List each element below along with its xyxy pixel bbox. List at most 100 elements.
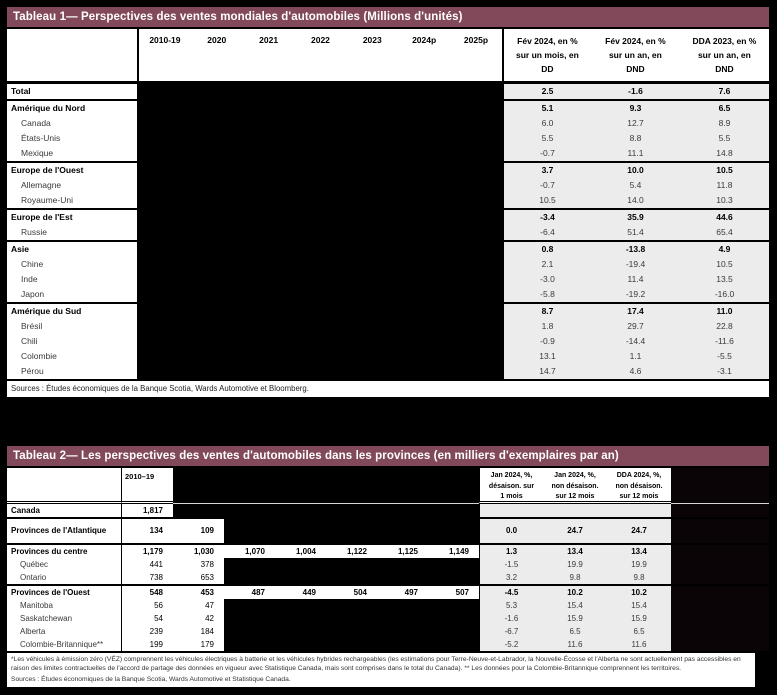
table2-year-header-redacted [326, 468, 377, 504]
table1-stat-value: -19.4 [591, 257, 680, 272]
table1-redacted-cells [139, 210, 502, 225]
table2-year-value-redacted [326, 599, 377, 612]
table1-stat-value: -0.7 [502, 178, 591, 193]
table1-stat-value: 0.8 [502, 242, 591, 257]
table2-right-redacted-strip [671, 468, 769, 504]
table2-stat-header-line: 1 mois [480, 492, 543, 503]
table2-year-value-redacted [377, 625, 428, 638]
table2-stat-value: 6.5 [543, 625, 607, 638]
table2-stat-value: 15.9 [543, 612, 607, 625]
table1-year-header: 2024p [398, 29, 450, 81]
table1-corner-cell [7, 29, 139, 81]
table1-stat-value: 2.1 [502, 257, 591, 272]
table2-year-value: 507 [428, 586, 479, 599]
table2-year-header-redacted [428, 468, 479, 504]
table2-year-value-redacted [275, 571, 326, 584]
table1-redacted-cells [139, 349, 502, 364]
table2-row: Canada1,817 [7, 504, 769, 519]
table2-stat-header: Jan 2024, %,désaison. sur1 mois [479, 468, 543, 504]
table1-stat-value: 2.5 [502, 84, 591, 99]
table2-stat-header-line: non désaison. [607, 482, 671, 493]
table2-year-value-redacted [326, 612, 377, 625]
table1-stat-header-line: sur un an, en [680, 48, 769, 62]
table2-year-value-redacted [377, 519, 428, 543]
table2-stat-value: 13.4 [607, 545, 671, 558]
table1-stat-value: -13.8 [591, 242, 680, 257]
table2-stat-header: Jan 2024, %,non désaison.sur 12 mois [543, 468, 607, 504]
table2-title-bar: Tableau 2— Les perspectives des ventes d… [7, 446, 769, 466]
table1-row: États-Unis5.58.85.5 [7, 131, 769, 146]
table2-source: Sources : Études économiques de la Banqu… [11, 673, 751, 685]
table1-year-header: 2020 [191, 29, 243, 81]
table2-right-redacted-strip [671, 638, 769, 651]
table2-year-value: 54 [122, 612, 173, 625]
table1-stat-value: -19.2 [591, 287, 680, 302]
table1-row-label: Pérou [7, 364, 139, 379]
table1-row: Chine2.1-19.410.5 [7, 257, 769, 272]
table1-stat-header: Fév 2024, en %sur un an, enDND [591, 29, 680, 81]
table1-stat-value: 11.1 [591, 146, 680, 161]
table2-year-value: 453 [173, 586, 224, 599]
table1-year-header: 2025p [450, 29, 502, 81]
table1-row: Brésil1.829.722.8 [7, 319, 769, 334]
table1-row: Amérique du Nord5.19.36.5 [7, 101, 769, 116]
table2-year-value: 548 [122, 586, 173, 599]
table2-year-value-redacted [224, 571, 275, 584]
table1-stat-value: 35.9 [591, 210, 680, 225]
table1-stat-header-line: Fév 2024, en % [591, 34, 680, 48]
table2-row-label: Provinces du centre [7, 545, 122, 558]
table2-stat-header-line: sur 12 mois [607, 492, 671, 503]
table2-header-row: 2010–19Jan 2024, %,désaison. sur1 moisJa… [7, 468, 769, 504]
table1-redacted-cells [139, 364, 502, 379]
table2-row: Provinces du centre1,1791,0301,0701,0041… [7, 545, 769, 558]
table1-row-label: Royaume-Uni [7, 193, 139, 208]
table1-redacted-cells [139, 131, 502, 146]
table2-row-label: Saskatchewan [7, 612, 122, 625]
table1-redacted-cells [139, 304, 502, 319]
table1-redacted-cells [139, 116, 502, 131]
table1-row-label: Total [7, 84, 139, 99]
table2-stat-value: 0.0 [479, 519, 543, 543]
table2-row-label: Manitoba [7, 599, 122, 612]
table1-stat-value: 5.1 [502, 101, 591, 116]
table2-year-value-redacted [275, 519, 326, 543]
table2-year-value-redacted [224, 638, 275, 651]
table2-row-label: Provinces de l'Atlantique [7, 519, 122, 543]
table1-stat-value: -5.5 [680, 349, 769, 364]
table1-redacted-cells [139, 272, 502, 287]
table1-row: Europe de l'Est-3.435.944.6 [7, 210, 769, 225]
table1-row: Mexique-0.711.114.8 [7, 146, 769, 163]
table1-stat-value: 10.3 [680, 193, 769, 208]
table2-year-value: 134 [122, 519, 173, 543]
table2-year-value-redacted [428, 519, 479, 543]
table2-title: Tableau 2— Les perspectives des ventes d… [13, 450, 619, 462]
table2-year-value-redacted [428, 558, 479, 571]
table2-stat-value: 19.9 [543, 558, 607, 571]
table2-year-header-redacted [377, 468, 428, 504]
table1-stat-value: 11.4 [591, 272, 680, 287]
table1-row: Inde-3.011.413.5 [7, 272, 769, 287]
table2-year-value-redacted [173, 504, 224, 517]
table2-year-value: 1,817 [122, 504, 173, 517]
table2-row: Alberta239184-6.76.56.5 [7, 625, 769, 638]
table2-year-value: 497 [377, 586, 428, 599]
table2-right-redacted-strip [671, 519, 769, 543]
table2-stat-value: -4.5 [479, 586, 543, 599]
table2-year-value-redacted [377, 571, 428, 584]
table2-row-label: Alberta [7, 625, 122, 638]
table1-stat-value: 10.5 [680, 257, 769, 272]
table1-stat-value: -0.7 [502, 146, 591, 161]
table2-year-value-redacted [377, 638, 428, 651]
table1-row: Chili-0.9-14.4-11.6 [7, 334, 769, 349]
table2-stat-value: -6.7 [479, 625, 543, 638]
table1-row-label: Asie [7, 242, 139, 257]
table1-row-label: Canada [7, 116, 139, 131]
table2-stat-value: 13.4 [543, 545, 607, 558]
table2-stat-value: 10.2 [607, 586, 671, 599]
table1-redacted-cells [139, 334, 502, 349]
table2-stat-value: 6.5 [607, 625, 671, 638]
table1-stat-value: -3.0 [502, 272, 591, 287]
table2-stat-header-line: non désaison. [543, 482, 607, 493]
table1-year-header: 2022 [295, 29, 347, 81]
table1-stat-value: -1.6 [591, 84, 680, 99]
